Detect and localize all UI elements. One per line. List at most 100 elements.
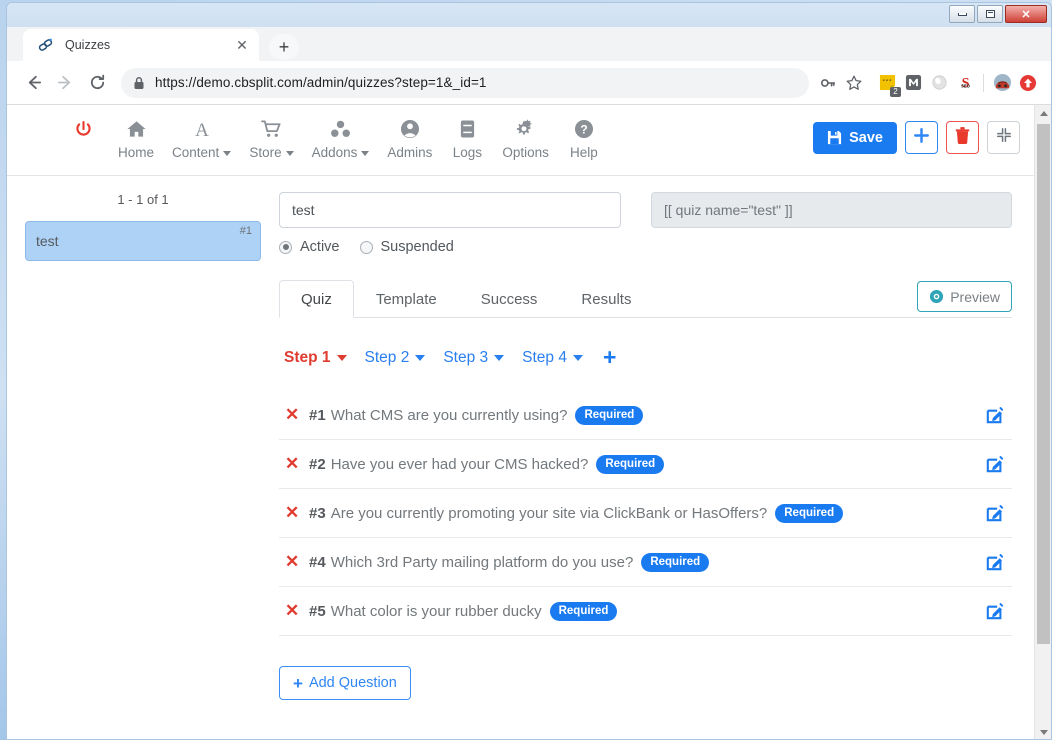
page-scrollbar[interactable] bbox=[1034, 105, 1051, 740]
quiz-name-input[interactable]: test bbox=[279, 192, 621, 228]
nav-power-icon[interactable] bbox=[57, 117, 109, 145]
web-page: Home A Content Store bbox=[7, 105, 1034, 740]
circle-extension-icon[interactable] bbox=[926, 68, 952, 98]
nav-item-home[interactable]: Home bbox=[109, 117, 163, 160]
window-controls: ✕ bbox=[949, 5, 1047, 23]
edit-pencil-icon[interactable] bbox=[986, 455, 1010, 473]
back-arrow-icon[interactable] bbox=[17, 67, 49, 99]
status-badge: Required bbox=[641, 553, 709, 572]
quiz-shortcode-field[interactable]: [[ quiz name="test" ]] bbox=[651, 192, 1012, 228]
step-3[interactable]: Step 3 bbox=[443, 349, 504, 367]
address-bar[interactable]: https://demo.cbsplit.com/admin/quizzes?s… bbox=[121, 68, 809, 98]
gears-icon bbox=[515, 117, 537, 141]
edit-pencil-icon[interactable] bbox=[986, 553, 1010, 571]
delete-x-icon[interactable]: ✕ bbox=[285, 503, 309, 523]
floppy-save-icon bbox=[827, 130, 842, 145]
window-titlebar: ✕ bbox=[7, 3, 1051, 27]
scroll-up-arrow-icon[interactable] bbox=[1035, 105, 1051, 122]
browser-tab[interactable]: Quizzes ✕ bbox=[23, 29, 259, 61]
nav-item-content[interactable]: A Content bbox=[163, 117, 240, 160]
nav-item-admins[interactable]: Admins bbox=[378, 117, 441, 160]
nav-item-store[interactable]: Store bbox=[240, 117, 302, 160]
table-row: ✕ #3 Are you currently promoting your si… bbox=[279, 489, 1012, 538]
sticky-notes-extension-icon[interactable]: 2 bbox=[874, 68, 900, 98]
question-text: Which 3rd Party mailing platform do you … bbox=[331, 554, 634, 571]
table-row: ✕ #5 What color is your rubber ducky Req… bbox=[279, 587, 1012, 636]
radio-suspended[interactable]: Suspended bbox=[360, 239, 454, 255]
status-badge: Required bbox=[596, 455, 664, 474]
scrollbar-thumb[interactable] bbox=[1037, 124, 1050, 644]
step-1[interactable]: Step 1 bbox=[284, 349, 347, 367]
radio-dot-active bbox=[279, 241, 292, 254]
sidebar-item-test[interactable]: test #1 bbox=[25, 221, 261, 261]
edit-pencil-icon[interactable] bbox=[986, 504, 1010, 522]
result-count-label: 1 - 1 of 1 bbox=[25, 192, 261, 207]
quiz-list-sidebar: 1 - 1 of 1 test #1 bbox=[7, 192, 279, 700]
preview-button-label: Preview bbox=[950, 289, 1000, 305]
table-row: ✕ #1 What CMS are you currently using? R… bbox=[279, 391, 1012, 440]
plus-icon: + bbox=[293, 675, 303, 692]
add-button[interactable] bbox=[905, 121, 938, 154]
table-row: ✕ #4 Which 3rd Party mailing platform do… bbox=[279, 538, 1012, 587]
seo-extension-icon[interactable]: SSEO bbox=[952, 68, 978, 98]
delete-x-icon[interactable]: ✕ bbox=[285, 552, 309, 572]
question-number: #3 bbox=[309, 505, 326, 522]
nav-item-options-label: Options bbox=[502, 145, 549, 160]
editor-tabs-row: Quiz Template Success Results Preview bbox=[279, 280, 1012, 318]
edit-pencil-icon[interactable] bbox=[986, 602, 1010, 620]
question-number: #2 bbox=[309, 456, 326, 473]
add-step-button[interactable]: + bbox=[603, 346, 616, 369]
restore-button[interactable] bbox=[977, 5, 1003, 23]
chevron-down-icon bbox=[223, 151, 231, 156]
server-logs-icon bbox=[459, 117, 476, 141]
tab-success[interactable]: Success bbox=[459, 280, 560, 318]
mailbox-extension-icon[interactable] bbox=[900, 68, 926, 98]
eye-icon bbox=[929, 289, 944, 304]
step-2[interactable]: Step 2 bbox=[365, 349, 426, 367]
nav-item-options[interactable]: Options bbox=[493, 117, 558, 160]
save-button-label: Save bbox=[849, 130, 883, 146]
svg-text:?: ? bbox=[580, 123, 587, 137]
nav-item-home-label: Home bbox=[118, 145, 154, 160]
delete-x-icon[interactable]: ✕ bbox=[285, 454, 309, 474]
profile-avatar-icon[interactable] bbox=[989, 68, 1015, 98]
radio-active[interactable]: Active bbox=[279, 239, 340, 255]
chevron-down-icon bbox=[573, 355, 583, 361]
tab-quiz[interactable]: Quiz bbox=[279, 280, 354, 318]
tab-template[interactable]: Template bbox=[354, 280, 459, 318]
radio-suspended-label: Suspended bbox=[381, 239, 454, 255]
user-circle-icon bbox=[400, 117, 420, 141]
save-button[interactable]: Save bbox=[813, 122, 897, 154]
nav-item-help[interactable]: ? Help bbox=[558, 117, 610, 160]
forward-arrow-icon[interactable] bbox=[49, 67, 81, 99]
close-icon[interactable]: ✕ bbox=[233, 36, 251, 54]
chevron-down-icon bbox=[337, 355, 347, 361]
bookmark-star-icon[interactable] bbox=[841, 68, 867, 98]
compress-icon bbox=[996, 127, 1012, 148]
quiz-name-value: test bbox=[292, 202, 315, 218]
nav-item-addons[interactable]: Addons bbox=[303, 117, 379, 160]
password-key-icon[interactable] bbox=[815, 68, 841, 98]
delete-x-icon[interactable]: ✕ bbox=[285, 601, 309, 621]
reload-icon[interactable] bbox=[81, 67, 113, 99]
radio-dot-suspended bbox=[360, 241, 373, 254]
close-button[interactable]: ✕ bbox=[1005, 5, 1047, 23]
shopping-cart-icon bbox=[261, 117, 282, 141]
minimize-button[interactable] bbox=[949, 5, 975, 23]
quiz-editor: test [[ quiz name="test" ]] Active bbox=[279, 192, 1034, 700]
update-arrow-icon[interactable] bbox=[1015, 68, 1041, 98]
step-4[interactable]: Step 4 bbox=[522, 349, 583, 367]
delete-button[interactable] bbox=[946, 121, 979, 154]
collapse-button[interactable] bbox=[987, 121, 1020, 154]
edit-pencil-icon[interactable] bbox=[986, 406, 1010, 424]
step-4-label: Step 4 bbox=[522, 349, 567, 367]
scroll-down-arrow-icon[interactable] bbox=[1035, 724, 1051, 740]
new-tab-button[interactable]: + bbox=[269, 34, 299, 60]
preview-button[interactable]: Preview bbox=[917, 281, 1012, 312]
question-circle-icon: ? bbox=[574, 117, 594, 141]
add-question-button[interactable]: + Add Question bbox=[279, 666, 411, 700]
delete-x-icon[interactable]: ✕ bbox=[285, 405, 309, 425]
link-icon bbox=[37, 36, 55, 54]
nav-item-logs[interactable]: Logs bbox=[441, 117, 493, 160]
tab-results[interactable]: Results bbox=[559, 280, 653, 318]
